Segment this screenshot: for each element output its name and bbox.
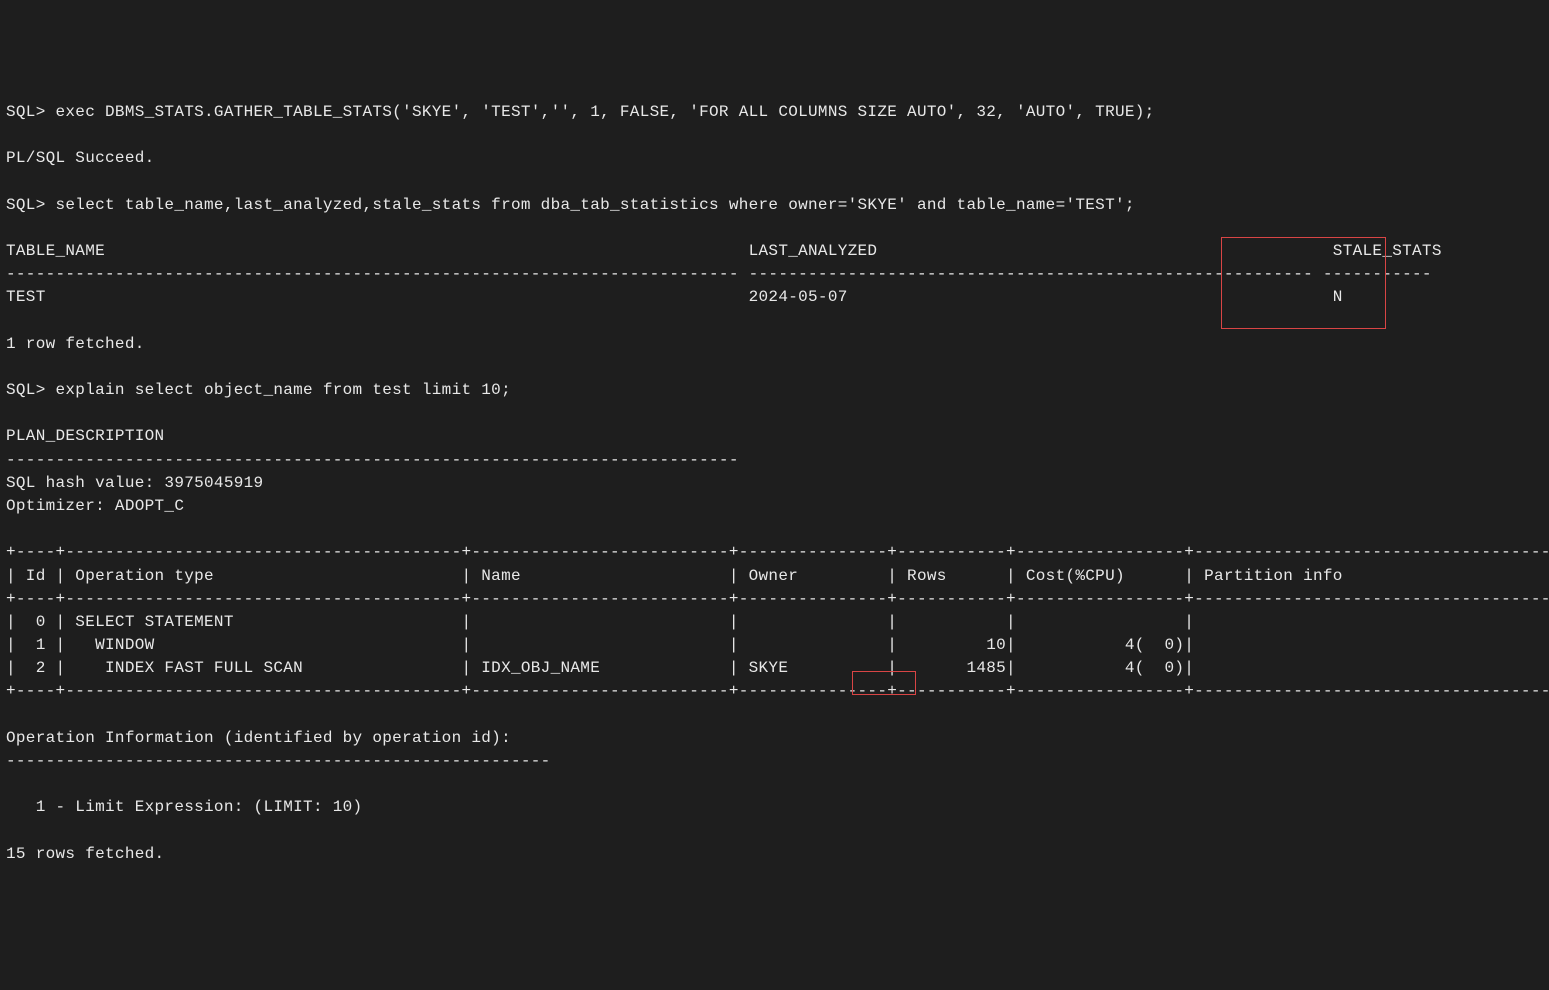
highlight-stale-stats bbox=[1221, 237, 1386, 329]
terminal-output: SQL> exec DBMS_STATS.GATHER_TABLE_STATS(… bbox=[6, 101, 1543, 866]
highlight-rows-value bbox=[852, 671, 916, 695]
